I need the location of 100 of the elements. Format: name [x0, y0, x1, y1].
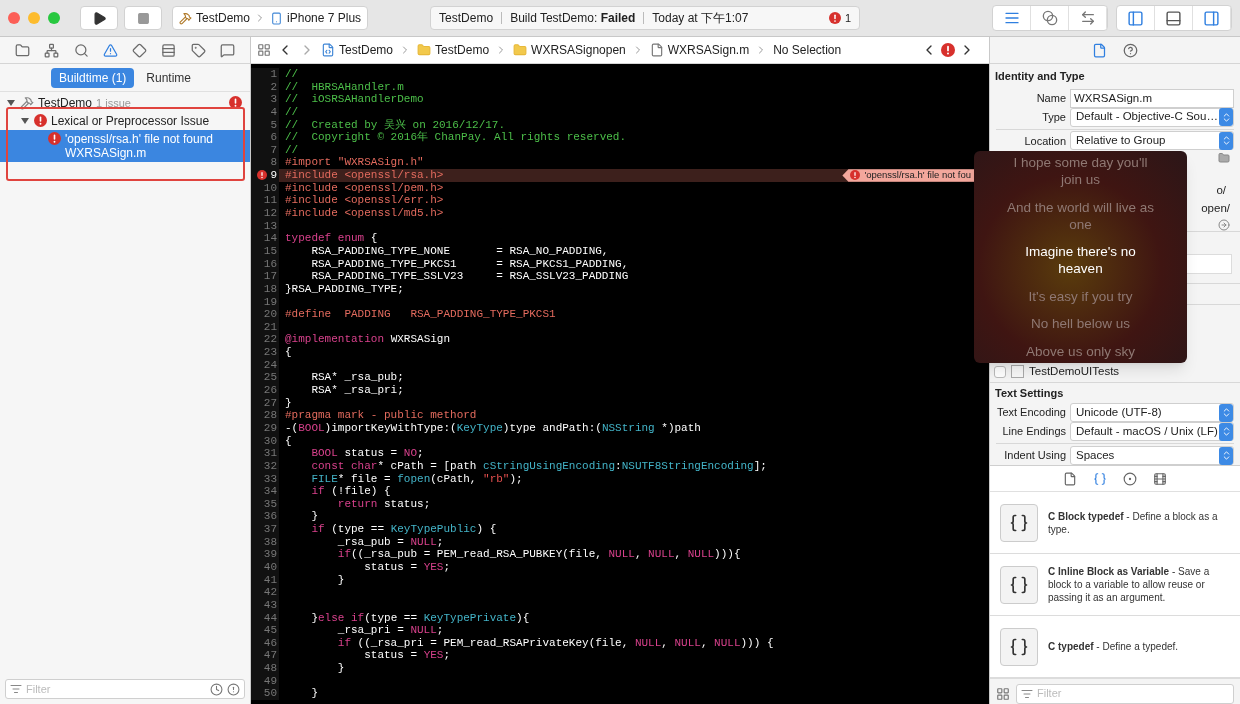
scheme-selector[interactable]: TestDemo iPhone 7 Plus: [172, 6, 369, 30]
close-button[interactable]: [8, 12, 20, 24]
popup-button[interactable]: Unicode (UTF-8): [1070, 403, 1234, 423]
bottom-panel-icon: [1165, 9, 1182, 27]
list-icon[interactable]: [161, 42, 177, 58]
folder-icon[interactable]: [15, 42, 31, 58]
line-number: 28: [263, 409, 277, 422]
field-label: Indent Using: [1003, 448, 1067, 464]
clock-icon[interactable]: [210, 682, 223, 696]
path-text: open/: [1201, 200, 1230, 216]
stepper-icon: [1219, 108, 1233, 126]
breadcrumb[interactable]: WXRSASign.m: [649, 41, 750, 59]
disclosure-triangle-icon[interactable]: [6, 98, 16, 108]
line-number: 20: [263, 308, 277, 321]
code-line: RSA* _rsa_pub;: [310, 371, 404, 384]
code-line: }: [336, 662, 345, 675]
reveal-icon[interactable]: [1218, 218, 1230, 231]
issue-row[interactable]: 'openssl/rsa.h' file not found WXRSASign.m: [0, 130, 250, 162]
popup-button[interactable]: Default - macOS / Unix (LF): [1070, 422, 1234, 442]
grid-icon[interactable]: [996, 686, 1010, 701]
breadcrumb[interactable]: TestDemo: [417, 41, 490, 59]
folder-icon[interactable]: [1218, 152, 1230, 165]
search-icon[interactable]: [73, 42, 89, 58]
line-number: 8: [270, 156, 277, 170]
error-icon: [34, 114, 47, 127]
line-number: 46: [263, 636, 277, 650]
help-icon[interactable]: [1123, 42, 1138, 58]
line-number: 48: [263, 662, 277, 675]
left-panel-icon: [1127, 9, 1144, 27]
breadcrumb[interactable]: WXRSASignopen: [513, 41, 626, 59]
diamond-icon[interactable]: [132, 42, 148, 58]
alert-icon[interactable]: [227, 682, 240, 696]
snippet-icon: [1000, 627, 1038, 666]
popup-button[interactable]: Spaces: [1070, 446, 1234, 465]
path-text: o/: [1216, 183, 1227, 199]
snippet-item[interactable]: C Inline Block as Variable - Save a block to a variable to allow reuse or passing it as an argument.: [990, 554, 1240, 616]
code-line: RSA* _rsa_pri;: [310, 384, 404, 397]
filter-input[interactable]: Filter: [26, 680, 206, 698]
line-number: 4: [270, 105, 277, 119]
stepper-icon: [1219, 403, 1233, 422]
project-icon: [179, 11, 192, 25]
line-number: 43: [263, 598, 277, 612]
disclosure-triangle-icon[interactable]: [20, 116, 30, 126]
film-icon[interactable]: [1153, 471, 1167, 486]
code-line: if ((_rsa_pri = PEM_read_RSAPrivateKey(file, NULL, NULL, NULL))) {: [336, 636, 774, 650]
file-icon[interactable]: [1063, 471, 1077, 486]
checkbox[interactable]: [994, 365, 1006, 378]
code-line: _rsa_pub = NULL;: [336, 535, 444, 549]
snippet-item[interactable]: C Block typedef - Define a block as a type.: [990, 492, 1240, 554]
tag-icon[interactable]: [190, 42, 206, 58]
issue-row[interactable]: Lexical or Preprocessor Issue: [0, 112, 250, 130]
right-panel-icon: [1203, 9, 1220, 27]
file-icon: [649, 43, 664, 57]
line-number: 18: [263, 282, 277, 296]
line-number: 9: [270, 169, 277, 182]
line-number: 29: [263, 421, 277, 435]
lines-icon: [1003, 10, 1020, 26]
error-count: 1: [844, 10, 852, 26]
line-number: 45: [263, 624, 277, 637]
run-button[interactable]: [80, 6, 118, 30]
error-icon: [850, 170, 861, 181]
breadcrumb[interactable]: TestDemo: [321, 41, 394, 59]
grid-icon[interactable]: [257, 43, 271, 57]
popup-button[interactable]: Relative to Group: [1070, 131, 1234, 151]
code-line: }: [284, 396, 292, 410]
code-line: return status;: [336, 497, 431, 511]
code-line: RSA_PADDING_TYPE_SSLV23 = RSA_SSLV23_PADDING: [310, 270, 629, 283]
file-icon[interactable]: [1092, 42, 1107, 58]
error-icon: [941, 43, 955, 57]
filter-field[interactable]: Filter: [5, 679, 245, 699]
name-field[interactable]: WXRSASign.m: [1070, 88, 1234, 108]
line-number: 15: [263, 244, 277, 258]
text-field[interactable]: [1186, 254, 1232, 275]
code-line: }else if(type == KeyTypePrivate){: [310, 611, 530, 625]
breadcrumb[interactable]: No Selection: [773, 41, 842, 59]
target-icon: [1011, 365, 1024, 379]
issue-tab[interactable]: Runtime: [138, 67, 199, 88]
issue-tab[interactable]: Buildtime (1): [50, 67, 135, 88]
circle-icon[interactable]: [1123, 471, 1137, 486]
folder-icon: [513, 43, 528, 57]
issue-row[interactable]: TestDemo 1 issue: [0, 94, 250, 112]
scheme-name: TestDemo: [196, 10, 251, 27]
line-number: 25: [263, 371, 277, 385]
braces-icon[interactable]: [1093, 471, 1107, 486]
warning-icon[interactable]: [102, 42, 118, 58]
error-icon: [229, 96, 242, 109]
code-line: const char* cPath = [path cStringUsingEncoding:NSUTF8StringEncoding];: [310, 459, 767, 473]
lyric-line: Above us only sky: [1026, 342, 1135, 360]
error-icon: [828, 12, 841, 24]
folder-icon: [417, 43, 432, 57]
speech-bubble-icon[interactable]: [219, 42, 235, 58]
hierarchy-icon[interactable]: [44, 42, 60, 58]
field-label: Location: [1023, 133, 1067, 149]
line-number: 39: [263, 548, 277, 561]
code-line: if (!file) {: [310, 485, 391, 498]
filter-field[interactable]: Filter: [1016, 683, 1234, 704]
code-line: #include <openssl/err.h>: [284, 194, 444, 208]
line-number: 11: [263, 194, 277, 208]
line-number: 27: [263, 396, 277, 410]
stop-button[interactable]: [124, 6, 162, 30]
